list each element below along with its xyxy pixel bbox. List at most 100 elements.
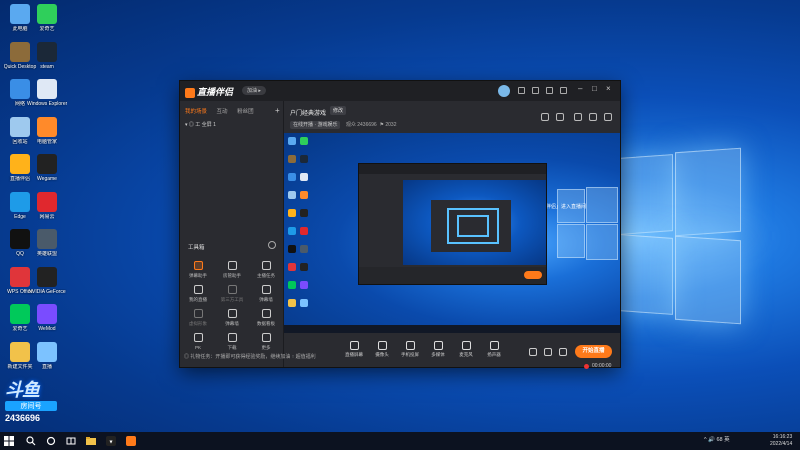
tool-icon: [227, 333, 237, 342]
douyu-logo: 斗鱼: [5, 380, 40, 400]
bell-icon[interactable]: [589, 113, 597, 121]
system-tray[interactable]: ^ 🔊 68 英: [704, 435, 730, 443]
tool-icon: [261, 333, 271, 342]
file-explorer-icon[interactable]: [86, 436, 96, 446]
desktop-icon-17[interactable]: WeMod: [27, 304, 67, 332]
maximize-button[interactable]: □: [592, 84, 597, 93]
desktop-icon-label: Wegame: [37, 176, 57, 182]
tool-label: 第三方工具: [220, 297, 244, 302]
desktop-icon-label: steam: [40, 63, 54, 70]
desktop-icon-label: NVIDIA GeForce: [28, 288, 66, 295]
edit-title-button[interactable]: 修改: [330, 106, 347, 115]
app-icon: [37, 341, 57, 362]
tool-label: 弹幕墙: [225, 321, 239, 326]
share-screen-icon[interactable]: [541, 113, 549, 121]
preview-desktop-icon: [288, 173, 296, 181]
tool-label: 下载: [227, 345, 237, 350]
tool-9[interactable]: PK: [183, 333, 213, 350]
minimize-button[interactable]: –: [578, 84, 582, 93]
tool-5[interactable]: 弹幕墙: [251, 285, 281, 303]
share-icon[interactable]: [604, 113, 612, 121]
desktop-icon-5[interactable]: Windows Explorer: [27, 79, 67, 107]
tool-4[interactable]: 第三方工具: [217, 285, 247, 303]
preview-desktop-icon: [300, 263, 308, 271]
app-icon: [37, 191, 57, 212]
desktop-icon-11[interactable]: 网易云: [27, 191, 67, 220]
tab-my-scenes[interactable]: 我的场景: [185, 109, 207, 115]
preview-desktop-icon: [288, 227, 296, 235]
bag-icon[interactable]: [574, 113, 582, 121]
nested-frame-inner: [457, 215, 489, 237]
category-tag[interactable]: 在线开播 · 游戏娱乐: [290, 121, 341, 129]
record-dot-icon: [584, 364, 589, 369]
tool-label: 弹幕助手: [189, 273, 207, 278]
app-icon: [37, 79, 57, 99]
stream-title: 户门经典游戏: [290, 111, 327, 117]
app-icon: [37, 41, 57, 62]
desktop: 此电脑 爱奇艺 Quick Desktop steam 网络 Windows Explor…: [0, 0, 800, 432]
tool-label: 主播任务: [257, 273, 275, 278]
desktop-icon-label: 网易云: [39, 213, 55, 220]
tool-0[interactable]: 弹幕助手: [183, 261, 213, 279]
desktop-icon-label: 电脑管家: [36, 138, 57, 145]
lock-icon[interactable]: [556, 113, 564, 121]
tab-fans[interactable]: 粉丝团: [237, 109, 254, 115]
stream-preview[interactable]: 欢迎「直播伴侣」进入直播间: [284, 133, 620, 333]
nested-titlebar: [359, 164, 546, 174]
tool-6[interactable]: 虚拟形象: [183, 309, 213, 327]
windows-start-icon[interactable]: [4, 436, 14, 446]
add-scene-button[interactable]: +: [275, 106, 280, 115]
desktop-icon-7[interactable]: 电脑管家: [27, 116, 67, 145]
toolbox-more-icon[interactable]: [268, 241, 276, 249]
notice-bar[interactable]: ◎ 礼物任务：开播即可获得经验奖励，继续加油 ↑ 超值福利: [184, 353, 604, 360]
preview-desktop-icon: [288, 191, 296, 199]
nested-preview: [403, 180, 546, 265]
live-companion-taskbar-icon[interactable]: [126, 436, 136, 446]
nested-controls: [359, 267, 546, 284]
tool-8[interactable]: 数据看板: [251, 309, 281, 327]
tool-7[interactable]: 弹幕墙: [217, 309, 247, 327]
tool-2[interactable]: 主播任务: [251, 261, 281, 279]
tool-icon: [193, 309, 203, 318]
tool-label: 数据看板: [257, 321, 275, 326]
tool-11[interactable]: 更多: [251, 333, 281, 351]
preview-windows-logo: [547, 185, 620, 260]
control-icon: [489, 341, 499, 350]
scene-item-fullscreen[interactable]: ▾ ◎ 工 全屏 1: [185, 121, 216, 128]
user-avatar[interactable]: [498, 85, 510, 97]
preview-desktop-icon: [288, 209, 296, 217]
room-number: 2436696: [5, 413, 41, 423]
menu-icon[interactable]: [560, 87, 567, 94]
skin-icon[interactable]: [518, 87, 525, 94]
wegame-taskbar-icon[interactable]: ▾: [106, 436, 116, 446]
tab-interaction[interactable]: 互动: [217, 109, 228, 115]
level-pill-button[interactable]: 加油 ▸: [242, 86, 266, 95]
desktop-icon-19[interactable]: 直播: [27, 341, 67, 370]
settings-icon[interactable]: [546, 87, 553, 94]
desktop-icon-label: Windows Explorer: [27, 101, 67, 107]
widgets-icon[interactable]: [66, 436, 76, 446]
preview-desktop-icon: [300, 299, 308, 307]
preview-desktop-icon: [300, 281, 308, 289]
search-icon[interactable]: [26, 436, 36, 446]
tool-label: 更多: [261, 345, 271, 350]
tool-1[interactable]: 房管助手: [217, 261, 247, 279]
control-icon: [461, 341, 471, 350]
clock[interactable]: 16:16:23 2022/4/14: [770, 434, 792, 448]
task-view-icon[interactable]: [46, 436, 56, 446]
desktop-icon-3[interactable]: steam: [27, 41, 67, 70]
tool-10[interactable]: 下载: [217, 333, 247, 351]
desktop-icon-13[interactable]: 英雄联盟: [27, 229, 67, 257]
preview-desktop-icon: [288, 263, 296, 271]
douyu-room-badge[interactable]: 斗鱼 房间号 2436696: [5, 380, 57, 423]
desktop-icon-9[interactable]: Wegame: [27, 154, 67, 182]
tool-icon: [227, 261, 237, 270]
clock-date: 2022/4/14: [770, 441, 793, 447]
desktop-icon-label: 英雄联盟: [36, 251, 57, 257]
desktop-icon-15[interactable]: NVIDIA GeForce: [27, 266, 67, 295]
message-icon[interactable]: [532, 87, 539, 94]
close-button[interactable]: ×: [606, 84, 611, 93]
desktop-icon-1[interactable]: 爱奇艺: [27, 4, 67, 32]
tool-label: PK: [194, 345, 201, 350]
tool-3[interactable]: 我的直播: [183, 285, 213, 303]
